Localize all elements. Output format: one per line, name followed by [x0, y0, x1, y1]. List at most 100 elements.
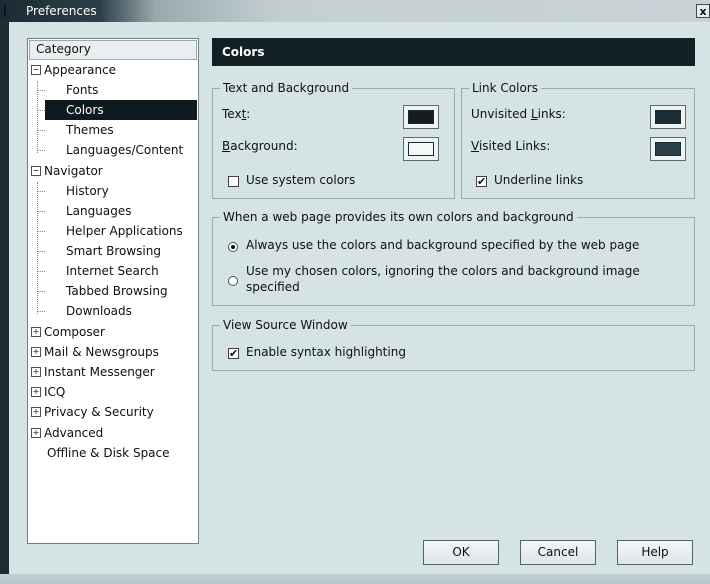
use-my-colors-label-line1: Use my chosen colors, ignoring the color… [246, 264, 640, 278]
tree-branch [37, 90, 45, 91]
title-bar[interactable]: Preferences x [0, 0, 710, 22]
tree-item-navigator[interactable]: − Navigator [31, 161, 103, 181]
use-my-colors-label-line2: specified [246, 280, 300, 294]
tree-guide-appearance [37, 81, 38, 153]
tree-guide-navigator [37, 182, 38, 314]
tree-item-icq[interactable]: + ICQ [31, 382, 65, 402]
visited-links-color-button[interactable] [650, 137, 686, 161]
tree-item-label: Downloads [66, 304, 132, 318]
tree-item-themes[interactable]: Themes [66, 120, 114, 140]
use-system-colors-checkbox[interactable] [228, 176, 239, 187]
category-tree[interactable]: Category − Appearance Fonts Colors Themes… [27, 38, 199, 544]
tree-item-label: Themes [66, 123, 114, 137]
label-part: inks: [537, 107, 566, 121]
text-color-button[interactable] [403, 105, 439, 129]
label-part: : [246, 107, 251, 121]
tree-item-advanced[interactable]: + Advanced [31, 423, 103, 443]
tree-item-label: Smart Browsing [66, 244, 161, 258]
tree-item-label: History [66, 184, 109, 198]
window-grip-icon [4, 5, 18, 17]
group-title: Text and Background [220, 80, 353, 96]
text-color-swatch [408, 110, 434, 124]
tree-branch [37, 311, 45, 312]
tree-item-label: Instant Messenger [44, 365, 155, 379]
label-part: ackground: [230, 139, 298, 153]
group-title: When a web page provides its own colors … [220, 209, 577, 225]
tree-branch [37, 211, 45, 212]
tree-item-languages[interactable]: Languages [66, 201, 131, 221]
tree-item-languages-content[interactable]: Languages/Content [66, 140, 183, 160]
use-page-colors-radio[interactable] [228, 242, 238, 252]
tree-item-downloads[interactable]: Downloads [66, 301, 132, 321]
tree-item-label: Navigator [44, 164, 103, 178]
expand-icon[interactable]: + [31, 386, 41, 397]
tree-item-instant-messenger[interactable]: + Instant Messenger [31, 362, 155, 382]
unvisited-links-color-button[interactable] [650, 105, 686, 129]
tree-branch [37, 231, 45, 232]
expand-icon[interactable]: + [31, 346, 41, 357]
tree-item-label: Offline & Disk Space [47, 446, 170, 460]
tree-item-privacy-security[interactable]: + Privacy & Security [31, 402, 154, 422]
window-bottom-edge [0, 574, 710, 584]
cancel-button[interactable]: Cancel [520, 540, 596, 565]
tree-item-composer[interactable]: + Composer [31, 322, 105, 342]
background-color-label: Background: [222, 139, 298, 153]
ok-button[interactable]: OK [423, 540, 499, 565]
tree-branch [37, 150, 45, 151]
tree-item-label: Appearance [44, 63, 117, 77]
tree-item-colors[interactable]: Colors [45, 100, 197, 120]
window-left-border [0, 22, 9, 584]
group-title: View Source Window [220, 317, 351, 333]
tree-branch [37, 110, 45, 111]
tree-item-offline-disk-space[interactable]: Offline & Disk Space [47, 443, 170, 463]
tree-item-label: Composer [44, 325, 105, 339]
tree-item-label: Fonts [66, 83, 99, 97]
tree-item-appearance[interactable]: − Appearance [31, 60, 116, 80]
background-color-swatch [408, 142, 434, 156]
tree-branch [37, 191, 45, 192]
accesskey: V [471, 139, 479, 153]
collapse-icon[interactable]: − [31, 165, 41, 176]
expand-icon[interactable]: + [31, 406, 41, 417]
underline-links-checkbox[interactable]: ✔ [476, 176, 487, 187]
category-header[interactable]: Category [29, 40, 197, 60]
window-title: Preferences [26, 4, 97, 18]
visited-links-label: Visited Links: [471, 139, 550, 153]
help-button[interactable]: Help [617, 540, 693, 565]
tree-item-fonts[interactable]: Fonts [66, 80, 98, 100]
expand-icon[interactable]: + [31, 427, 41, 438]
tree-item-label: Helper Applications [66, 224, 183, 238]
tree-item-helper-applications[interactable]: Helper Applications [66, 221, 183, 241]
visited-links-swatch [655, 142, 681, 156]
tree-item-label: ICQ [44, 385, 66, 399]
tree-item-history[interactable]: History [66, 181, 109, 201]
label-part: isited Links: [478, 139, 551, 153]
collapse-icon[interactable]: − [31, 64, 41, 75]
syntax-highlighting-label: Enable syntax highlighting [246, 345, 406, 359]
text-color-label: Text: [222, 107, 250, 121]
expand-icon[interactable]: + [31, 366, 41, 377]
unvisited-links-swatch [655, 110, 681, 124]
unvisited-links-label: Unvisited Links: [471, 107, 566, 121]
use-my-colors-radio[interactable] [228, 276, 238, 286]
label-part: Unvisited [471, 107, 531, 121]
accesskey: B [222, 139, 231, 153]
tree-item-label: Tabbed Browsing [66, 284, 168, 298]
use-system-colors-label: Use system colors [246, 173, 356, 187]
close-button[interactable]: x [696, 4, 710, 18]
syntax-highlighting-checkbox[interactable]: ✔ [228, 348, 239, 359]
tree-item-smart-browsing[interactable]: Smart Browsing [66, 241, 161, 261]
group-title: Link Colors [469, 80, 541, 96]
tree-item-internet-search[interactable]: Internet Search [66, 261, 159, 281]
use-page-colors-label: Always use the colors and background spe… [246, 238, 640, 252]
underline-links-label: Underline links [494, 173, 584, 187]
tree-item-label: Colors [66, 103, 104, 117]
tree-item-tabbed-browsing[interactable]: Tabbed Browsing [66, 281, 168, 301]
background-color-button[interactable] [403, 137, 439, 161]
tree-item-mail-newsgroups[interactable]: + Mail & Newsgroups [31, 342, 159, 362]
tree-item-label: Advanced [44, 426, 104, 440]
expand-icon[interactable]: + [31, 326, 41, 337]
radio-selected-dot [231, 245, 235, 249]
tree-item-label: Privacy & Security [44, 405, 154, 419]
label-part: Tex [222, 107, 242, 121]
